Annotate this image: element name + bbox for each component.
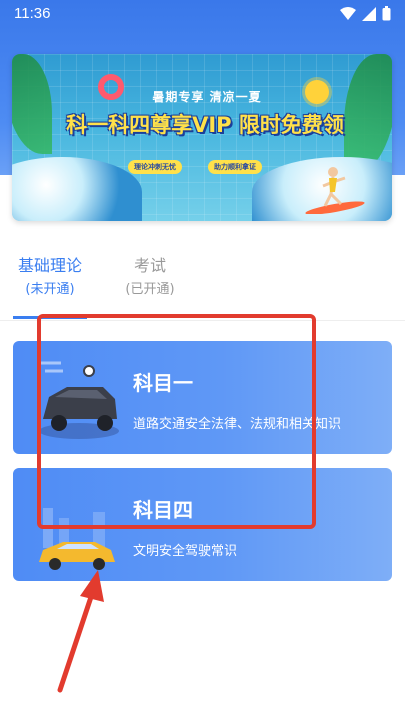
banner-tag: 助力顺利拿证 <box>208 160 262 174</box>
promo-banner[interactable]: 暑期专享 清凉一夏 科一科四尊享VIP 限时免费领 理论冲刺无忧 助力顺利拿证 <box>12 54 392 221</box>
tab-label: 基础理论 <box>17 256 82 275</box>
tab-bar: 基础理论 (未开通) 考试 (已开通) <box>0 252 405 322</box>
status-bar: 11:36 <box>0 0 405 28</box>
subject-description: 道路交通安全法律、法规和相关知识 <box>133 417 342 432</box>
sun-icon <box>305 80 329 104</box>
swim-ring-icon <box>98 74 124 100</box>
wifi-icon <box>340 6 356 20</box>
banner-title: 科一科四尊享VIP 限时免费领 <box>66 113 344 137</box>
banner-subtitle: 暑期专享 清凉一夏 <box>152 90 262 104</box>
car-icon <box>39 361 119 439</box>
signal-icon <box>362 6 376 21</box>
subject-one-card[interactable]: 科目一 道路交通安全法律、法规和相关知识 <box>13 341 392 454</box>
banner-tag: 理论冲刺无忧 <box>128 160 182 174</box>
tab-basic-theory[interactable]: 基础理论 (未开通) <box>5 252 95 300</box>
status-time: 11:36 <box>14 5 51 22</box>
tab-exam[interactable]: 考试 (已开通) <box>105 252 195 300</box>
tabs-divider <box>0 320 405 321</box>
taxi-icon <box>39 508 115 570</box>
subject-four-card[interactable]: 科目四 文明安全驾驶常识 <box>13 468 392 581</box>
battery-icon <box>382 6 391 21</box>
tab-label: 考试 <box>133 256 166 275</box>
subject-title: 科目一 <box>133 371 193 395</box>
surfer-icon <box>305 167 365 214</box>
tab-status: (未开通) <box>25 282 75 297</box>
tab-status: (已开通) <box>125 282 175 297</box>
active-tab-indicator <box>13 316 87 319</box>
subject-title: 科目四 <box>133 498 193 522</box>
status-icons <box>340 6 391 21</box>
subject-description: 文明安全驾驶常识 <box>133 544 238 559</box>
